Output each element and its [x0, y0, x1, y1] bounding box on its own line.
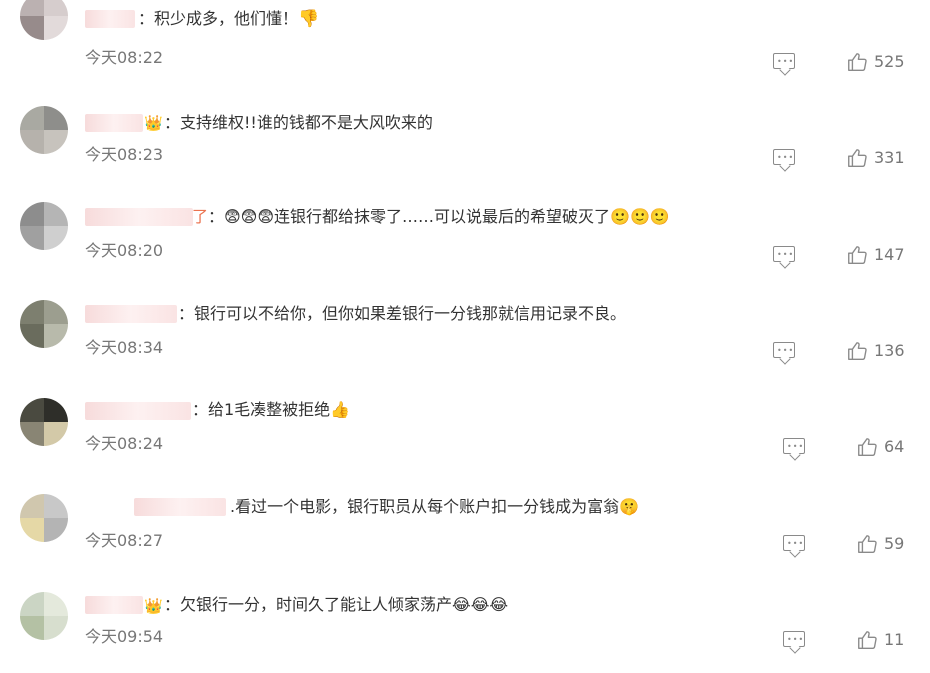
comment-text: ：欠银行一分，时间久了能让人倾家荡产😂😂😂 [164, 595, 509, 614]
like-button[interactable]: 136 [846, 340, 905, 362]
thumbs-up-icon [848, 53, 867, 71]
avatar-tile [20, 130, 44, 154]
avatar-tile [44, 0, 68, 16]
username-blurred[interactable] [85, 114, 143, 132]
avatar-tile [20, 324, 44, 348]
reply-icon[interactable]: ••• [773, 246, 795, 262]
like-button[interactable]: 64 [856, 436, 904, 458]
comment-text: ：😨😨😨连银行都给抹零了……可以说最后的希望破灭了🙂🙂🙂 [208, 207, 670, 226]
avatar-tile [44, 518, 68, 542]
comment-time: 今天08:27 [85, 531, 164, 550]
reply-icon[interactable]: ••• [783, 438, 805, 454]
username-blurred[interactable] [85, 596, 143, 614]
avatar-tile [44, 592, 68, 616]
thumbs-up-icon [848, 342, 867, 360]
avatar[interactable] [20, 494, 68, 542]
comment-text: ：给1毛凑整被拒绝👍 [192, 400, 351, 419]
avatar-tile [44, 494, 68, 518]
like-button[interactable]: 331 [846, 147, 905, 169]
avatar-tile [20, 494, 44, 518]
thumbs-down-icon: 👎 [298, 9, 320, 29]
avatar-tile [44, 616, 68, 640]
avatar-tile [44, 324, 68, 348]
avatar-tile [44, 16, 68, 40]
avatar[interactable] [20, 592, 68, 640]
username-blurred[interactable] [85, 402, 191, 420]
comment-text: ：积少成多，他们懂！👎 [138, 8, 319, 30]
avatar-tile [44, 300, 68, 324]
avatar-tile [20, 592, 44, 616]
avatar-tile [20, 518, 44, 542]
reply-icon[interactable]: ••• [783, 631, 805, 647]
thumbs-up-icon [858, 631, 877, 649]
avatar-tile [20, 202, 44, 226]
thumbs-up-icon [848, 149, 867, 167]
thumbs-up-icon [858, 535, 877, 553]
comment-text: ：银行可以不给你，但你如果差银行一分钱那就信用记录不良。 [178, 304, 627, 323]
comment-time: 今天08:23 [85, 145, 164, 164]
like-button[interactable]: 525 [846, 51, 905, 73]
avatar-tile [44, 202, 68, 226]
avatar-tile [20, 226, 44, 250]
avatar-tile [20, 0, 44, 16]
avatar-tile [44, 106, 68, 130]
like-button[interactable]: 147 [846, 244, 905, 266]
comment-text: ：支持维权!!谁的钱都不是大风吹来的 [164, 113, 433, 132]
like-count: 64 [884, 437, 905, 456]
like-count: 147 [874, 245, 905, 264]
comment-time: 今天09:54 [85, 627, 164, 646]
avatar-tile [44, 130, 68, 154]
avatar-tile [20, 422, 44, 446]
avatar[interactable] [20, 202, 68, 250]
avatar-tile [20, 398, 44, 422]
username-blurred[interactable] [134, 498, 226, 516]
like-count: 59 [884, 534, 905, 553]
avatar-tile [44, 398, 68, 422]
avatar[interactable] [20, 398, 68, 446]
comment-time: 今天08:34 [85, 338, 164, 357]
username-blurred[interactable] [85, 208, 193, 226]
like-button[interactable]: 59 [856, 533, 904, 555]
avatar[interactable] [20, 106, 68, 154]
like-count: 331 [874, 148, 905, 167]
like-count: 136 [874, 341, 905, 360]
thumbs-up-icon [848, 246, 867, 264]
like-count: 525 [874, 52, 905, 71]
comment-time: 今天08:20 [85, 241, 164, 260]
comment-time: 今天08:22 [85, 48, 164, 67]
username-blurred[interactable] [85, 305, 177, 323]
username-tail: 了 [192, 207, 209, 226]
avatar-tile [20, 16, 44, 40]
comment-body: ：积少成多，他们懂！ [138, 9, 299, 28]
avatar-tile [20, 106, 44, 130]
reply-icon[interactable]: ••• [773, 149, 795, 165]
avatar-tile [20, 300, 44, 324]
comment-text: .看过一个电影，银行职员从每个账户扣一分钱成为富翁🤫 [230, 497, 640, 516]
avatar[interactable] [20, 0, 68, 40]
reply-icon[interactable]: ••• [773, 53, 795, 69]
avatar-tile [44, 226, 68, 250]
avatar[interactable] [20, 300, 68, 348]
comment-time: 今天08:24 [85, 434, 164, 453]
thumbs-up-icon [858, 438, 877, 456]
vip-crown-icon: 👑 [144, 597, 163, 615]
reply-icon[interactable]: ••• [783, 535, 805, 551]
reply-icon[interactable]: ••• [773, 342, 795, 358]
like-count: 11 [884, 630, 905, 649]
avatar-tile [44, 422, 68, 446]
vip-crown-icon: 👑 [144, 114, 163, 132]
like-button[interactable]: 11 [856, 629, 904, 651]
username-blurred[interactable] [85, 10, 135, 28]
avatar-tile [20, 616, 44, 640]
